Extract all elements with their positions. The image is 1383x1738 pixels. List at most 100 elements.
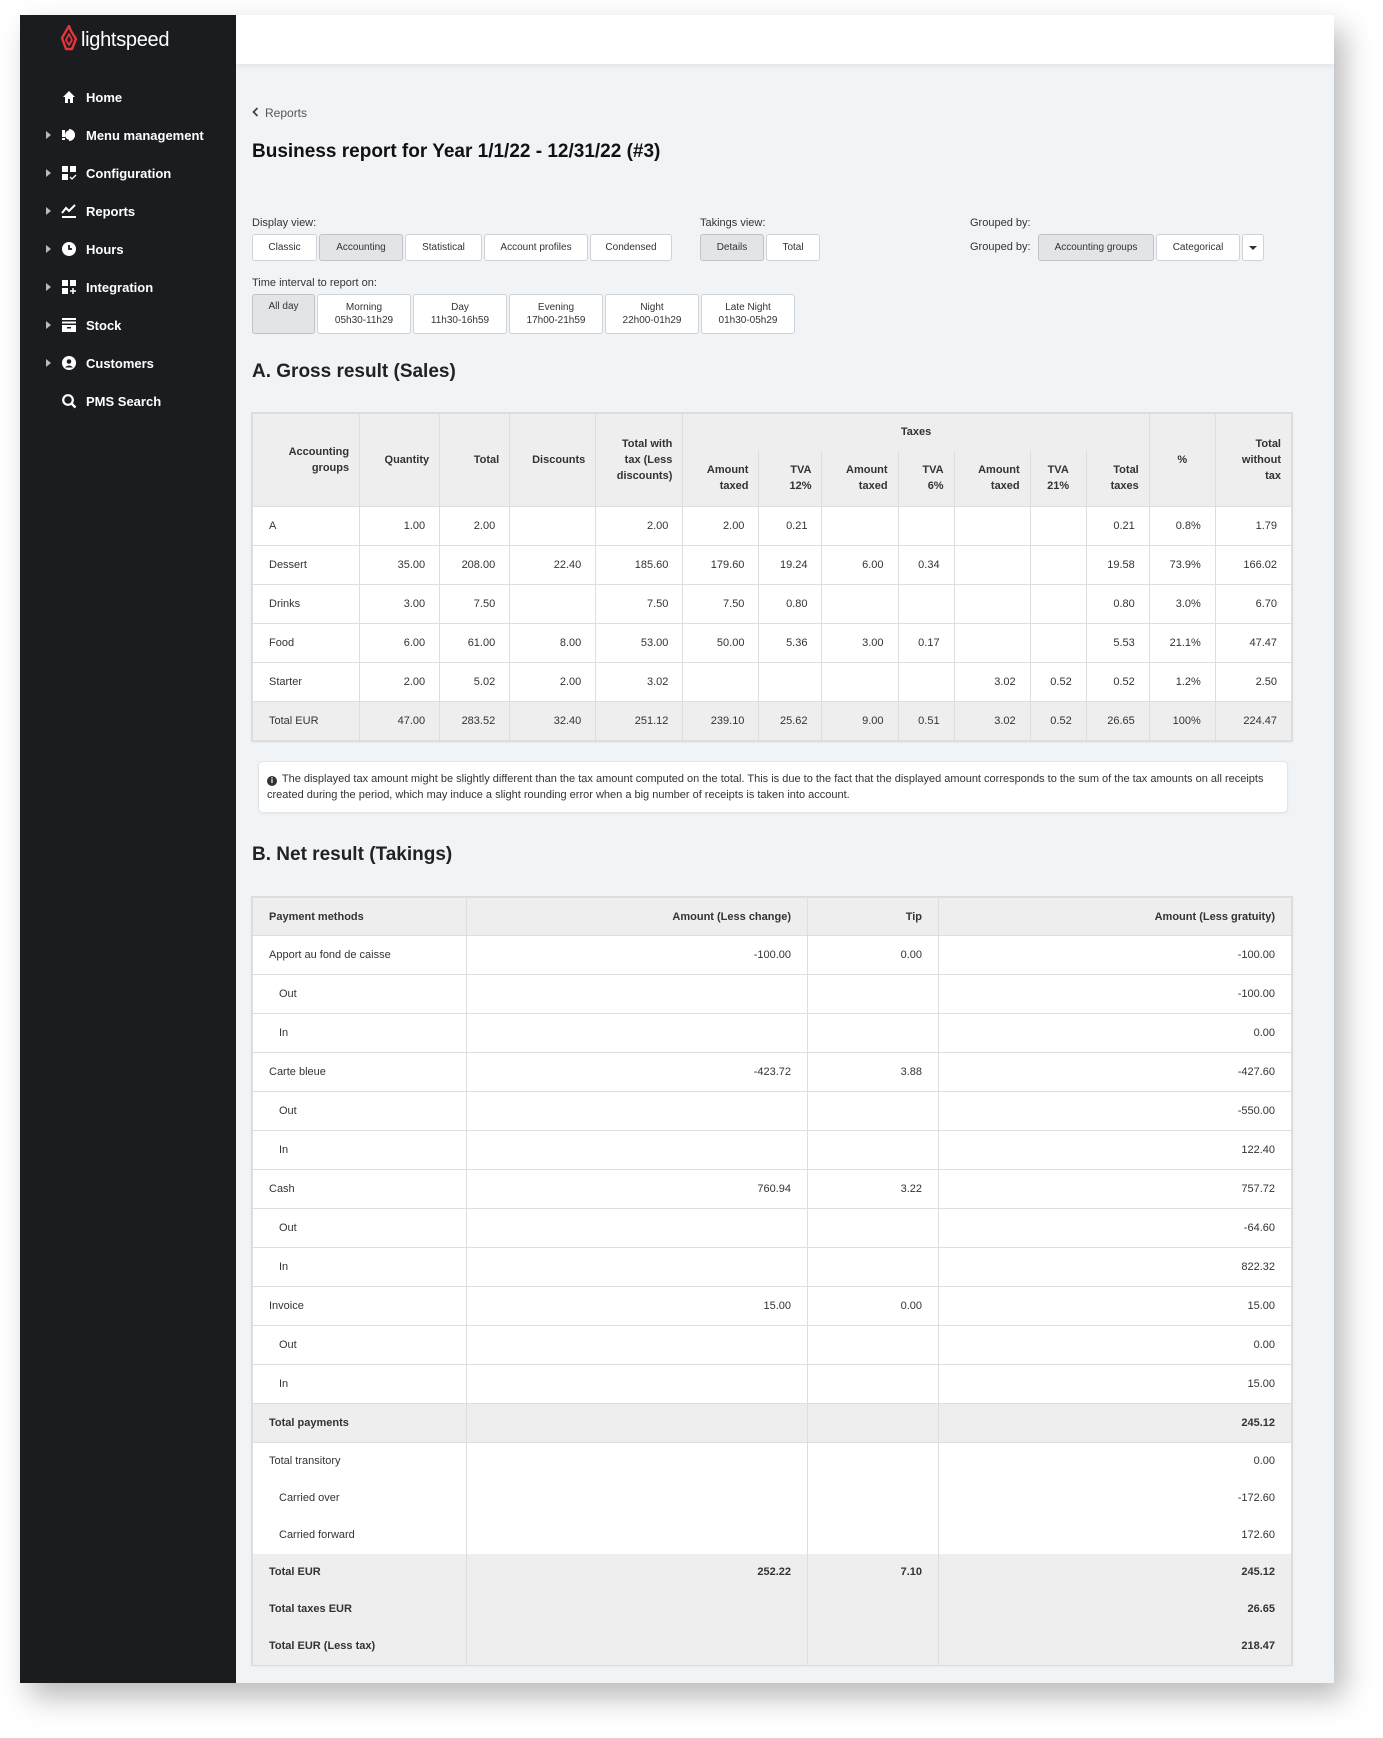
cell-total: 5.02 [439,662,511,702]
display-view-account-profiles-button[interactable]: Account profiles [484,234,588,261]
col-header-tva-21: TVA 21% [1029,450,1087,507]
sidebar-item-integration[interactable]: Integration [20,268,236,306]
cell-label: In [252,1364,467,1404]
reports-icon [60,202,78,220]
net-total-row: Total EUR (Less tax) 218.47 [252,1627,1292,1665]
col-header-amount-less-gratuity: Amount (Less gratuity) [938,897,1292,936]
caret-right-icon[interactable] [46,359,51,367]
gross-table-row: Starter 2.00 5.02 2.00 3.02 3.02 0.52 0.52 1.2% 2… [251,662,1293,702]
cell-amount [466,1208,808,1248]
cell-label: In [252,1247,467,1287]
breadcrumb-label: Reports [265,106,308,120]
net-total-row: Total EUR 252.22 7.10 245.12 [252,1553,1292,1591]
takings-view-details-button[interactable]: Details [700,234,764,261]
breadcrumb-back-link[interactable]: Reports [252,106,307,120]
cell-percent: 0.8% [1148,506,1216,546]
cell-amount [466,1403,808,1443]
payment-method-row: Carte bleue -423.72 3.88 -427.60 [252,1052,1292,1092]
grouped-by-accounting-groups-button[interactable]: Accounting groups [1038,234,1154,261]
time-interval-evening-button[interactable]: Evening 17h00-21h59 [509,294,603,334]
sidebar-item-home[interactable]: Home [20,78,236,116]
caret-right-icon[interactable] [46,169,51,177]
cell-tip: 0.00 [807,935,939,975]
home-icon [60,88,78,106]
col-header-taxes: Taxes [682,413,1150,451]
gross-table-row: Drinks 3.00 7.50 7.50 7.50 0.80 0.80 3.0% 6.70 [251,584,1293,624]
cell-amount: -100.00 [466,935,808,975]
sidebar-item-stock[interactable]: Stock [20,306,236,344]
cell-label: Carried over [252,1479,467,1517]
cell-total: 7.50 [439,584,511,624]
caret-right-icon[interactable] [46,207,51,215]
display-view-statistical-button[interactable]: Statistical [405,234,482,261]
cell-tva6: 0.17 [897,623,955,663]
cell-amt6 [821,506,899,546]
display-view-classic-button[interactable]: Classic [252,234,317,261]
cell-amt6 [821,584,899,624]
cell-amount [466,1590,808,1628]
caret-right-icon[interactable] [46,131,51,139]
cell-amt21: 3.02 [953,701,1031,741]
tax-rounding-note: i The displayed tax amount might be slig… [258,761,1288,813]
cell-tip [807,1479,939,1517]
time-interval-all-day-button[interactable]: All day [252,294,315,334]
cell-total-without-tax: 6.70 [1214,584,1293,624]
grouped-by-dropdown-button[interactable] [1242,234,1264,261]
time-interval-morning-button[interactable]: Morning 05h30-11h29 [317,294,411,334]
cell-net: -427.60 [938,1052,1292,1092]
cell-amt6 [821,662,899,702]
caret-right-icon[interactable] [46,245,51,253]
sidebar-item-customers[interactable]: Customers [20,344,236,382]
cell-tip [807,974,939,1014]
cell-tva12: 0.21 [758,506,823,546]
cell-label: Carte bleue [252,1052,467,1092]
caret-right-icon[interactable] [46,321,51,329]
flame-logo-icon [60,24,78,56]
sidebar-item-reports[interactable]: Reports [20,192,236,230]
cell-amount: -423.72 [466,1052,808,1092]
sidebar-item-pms-search[interactable]: PMS Search [20,382,236,420]
cell-tva21 [1029,584,1087,624]
col-header-discounts: Discounts [509,413,597,507]
cell-group: Starter [251,662,361,702]
col-header-quantity: Quantity [359,413,441,507]
cell-net: 245.12 [938,1553,1292,1591]
total-payments-row: Total payments 245.12 [252,1403,1292,1443]
lightspeed-logo[interactable]: lightspeed [60,24,169,56]
time-interval-night-button[interactable]: Night 22h00-01h29 [605,294,699,334]
grouped-by-heading: Grouped by: [970,217,1031,229]
cell-net: 0.00 [938,1013,1292,1053]
sidebar-item-configuration[interactable]: Configuration [20,154,236,192]
cell-total: 2.00 [439,506,511,546]
user-icon [60,354,78,372]
cell-total-with-tax: 2.00 [595,506,684,546]
cell-tva6 [897,506,955,546]
payment-method-row: Cash 760.94 3.22 757.72 [252,1169,1292,1209]
time-interval-late-night-button[interactable]: Late Night 01h30-05h29 [701,294,795,334]
payment-sub-row: In 15.00 [252,1364,1292,1404]
interval-name: Night [640,302,664,313]
cell-quantity: 2.00 [359,662,441,702]
cell-tva21 [1029,623,1087,663]
caret-down-icon [1249,245,1257,250]
col-header-total: Total [439,413,511,507]
cell-total-with-tax: 7.50 [595,584,684,624]
net-result-body: Apport au fond de caisse -100.00 0.00 -100.… [252,935,1292,1665]
gross-result-body: A 1.00 2.00 2.00 2.00 0.21 0.21 0.8% 1.79 Dessert… [251,506,1293,741]
display-view-condensed-button[interactable]: Condensed [590,234,672,261]
takings-view-total-button[interactable]: Total [766,234,820,261]
cell-total-taxes: 5.53 [1085,623,1150,663]
display-view-label: Display view: [252,217,317,229]
sidebar-item-hours[interactable]: Hours [20,230,236,268]
cell-amt21: 3.02 [953,662,1031,702]
sidebar-item-menu-management[interactable]: Menu management [20,116,236,154]
caret-right-icon[interactable] [46,283,51,291]
cell-amount: 252.22 [466,1553,808,1591]
interval-name: Morning [345,302,383,313]
time-interval-day-button[interactable]: Day 11h30-16h59 [413,294,507,334]
cell-tip: 0.00 [807,1286,939,1326]
sidebar-item-label: Stock [86,317,122,333]
grouped-by-group: Accounting groups Categorical [1038,234,1264,261]
display-view-accounting-button[interactable]: Accounting [319,234,403,261]
grouped-by-categorical-button[interactable]: Categorical [1156,234,1240,261]
